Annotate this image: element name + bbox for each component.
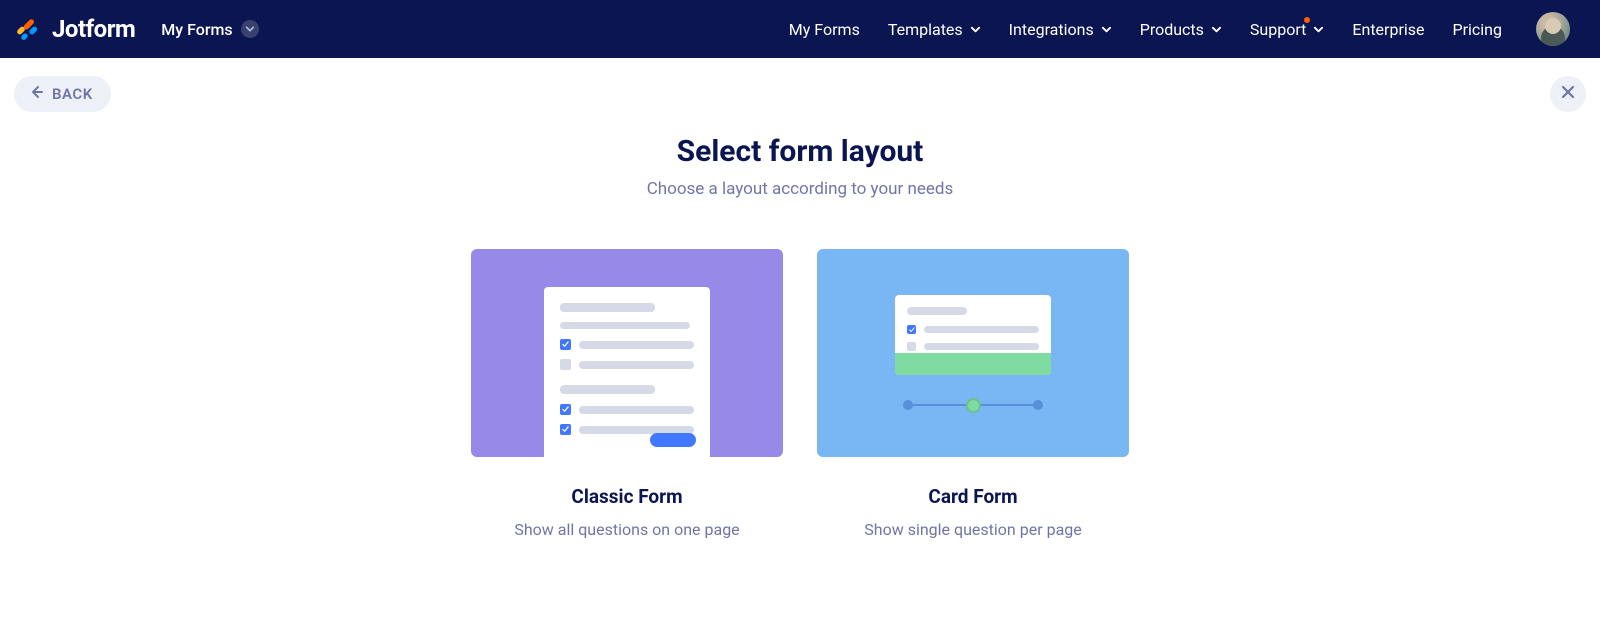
top-nav: Jotform My Forms My Forms Templates Inte… (0, 0, 1600, 58)
nav-enterprise[interactable]: Enterprise (1352, 20, 1424, 39)
chevron-down-icon (1313, 20, 1324, 39)
nav-label: Pricing (1453, 20, 1503, 39)
brand-logo[interactable]: Jotform (14, 13, 135, 45)
nav-label: Support (1250, 20, 1306, 39)
back-label: BACK (52, 85, 93, 103)
primary-nav: My Forms Templates Integrations Products… (789, 12, 1570, 46)
avatar[interactable] (1536, 12, 1570, 46)
chevron-down-icon (1211, 20, 1222, 39)
sub-header: BACK Select form layout Choose a layout … (0, 58, 1600, 539)
nav-pricing[interactable]: Pricing (1453, 20, 1503, 39)
nav-my-forms[interactable]: My Forms (789, 20, 860, 39)
nav-label: Products (1140, 20, 1204, 39)
nav-label: My Forms (789, 20, 860, 39)
option-subtitle: Show single question per page (817, 520, 1129, 539)
layout-options: Classic Form Show all questions on one p… (0, 249, 1600, 539)
nav-support[interactable]: Support (1250, 20, 1324, 39)
context-label: My Forms (161, 20, 232, 39)
arrow-left-icon (28, 84, 44, 104)
page-subtitle: Choose a layout according to your needs (0, 179, 1600, 199)
pencil-icon (14, 13, 42, 45)
nav-label: Enterprise (1352, 20, 1424, 39)
chevron-down-icon (241, 20, 259, 38)
option-title: Card Form (817, 485, 1129, 508)
nav-products[interactable]: Products (1140, 20, 1222, 39)
nav-templates[interactable]: Templates (888, 20, 981, 39)
page-title: Select form layout (0, 134, 1600, 169)
close-button[interactable] (1550, 76, 1586, 112)
brand-name: Jotform (52, 15, 135, 43)
option-title: Classic Form (471, 485, 783, 508)
option-subtitle: Show all questions on one page (471, 520, 783, 539)
chevron-down-icon (1101, 20, 1112, 39)
chevron-down-icon (970, 20, 981, 39)
option-classic-form[interactable]: Classic Form Show all questions on one p… (471, 249, 783, 539)
back-button[interactable]: BACK (14, 76, 111, 112)
nav-label: Integrations (1009, 20, 1094, 39)
nav-integrations[interactable]: Integrations (1009, 20, 1112, 39)
classic-form-illustration (471, 249, 783, 457)
close-icon (1560, 84, 1576, 104)
notification-dot-icon (1304, 17, 1310, 23)
card-form-illustration (817, 249, 1129, 457)
main-content: Select form layout Choose a layout accor… (0, 78, 1600, 539)
option-card-form[interactable]: Card Form Show single question per page (817, 249, 1129, 539)
nav-label: Templates (888, 20, 963, 39)
context-switcher[interactable]: My Forms (161, 20, 258, 39)
